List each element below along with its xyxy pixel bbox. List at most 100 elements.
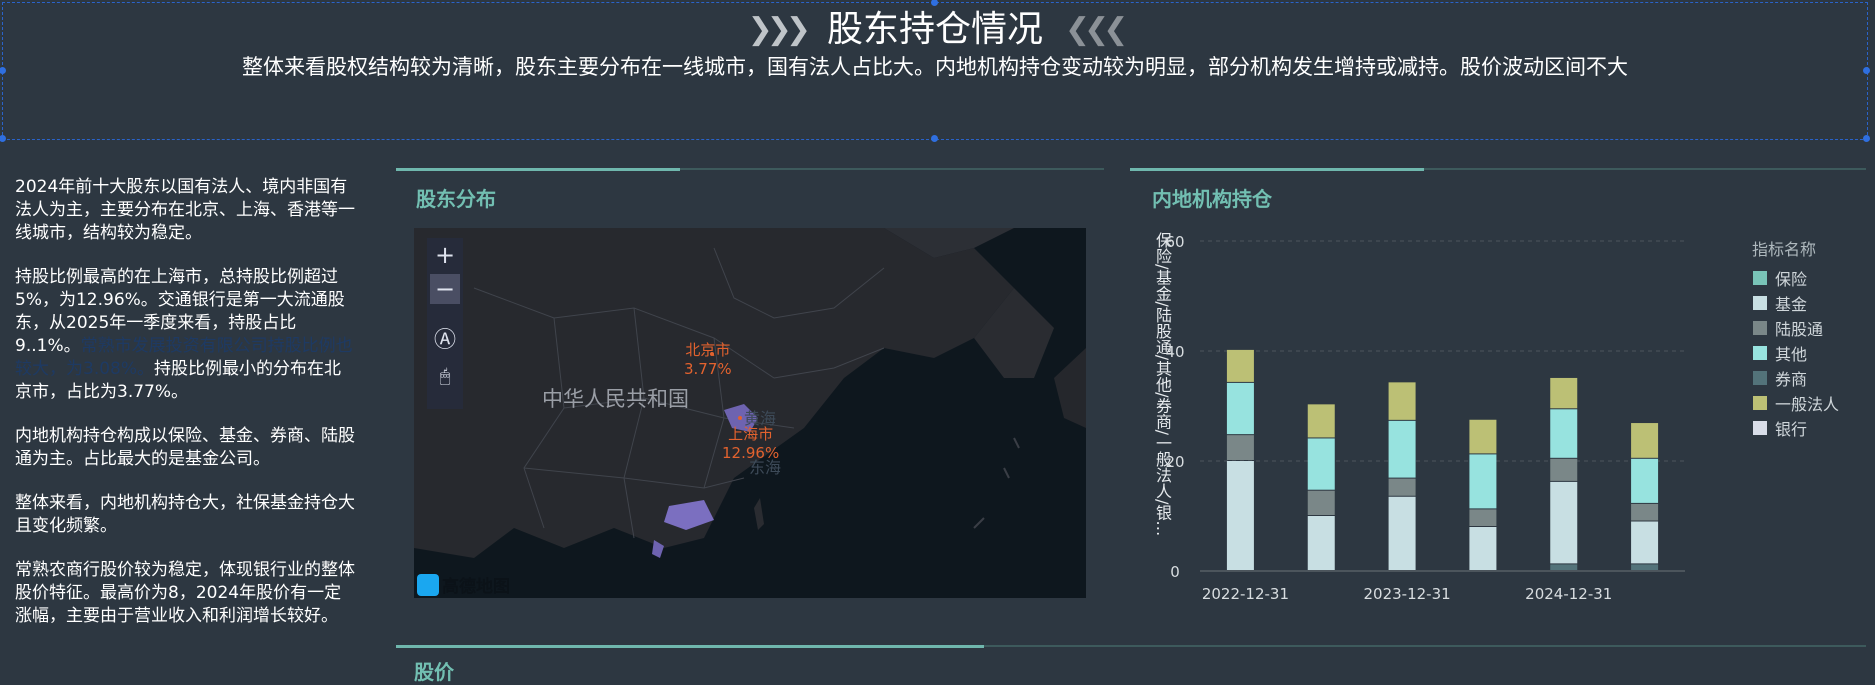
legend-item[interactable]: 一般法人	[1753, 391, 1839, 415]
legend-title: 指标名称	[1752, 240, 1817, 259]
bar-segment[interactable]	[1307, 404, 1335, 438]
legend-label: 保险	[1775, 270, 1808, 289]
title-row: ❯❯❯ 股东持仓情况 ❮❮❮	[3, 9, 1867, 51]
bar-segment[interactable]	[1631, 503, 1659, 521]
panel-divider	[1130, 168, 1866, 171]
bar-segment[interactable]	[1469, 454, 1497, 509]
summary-text: 2024年前十大股东以国有法人、境内非国有法人为主，主要分布在北京、上海、香港等…	[15, 176, 355, 649]
bar-segment[interactable]	[1388, 382, 1416, 420]
bar-segment[interactable]	[1226, 435, 1254, 460]
bar-segment[interactable]	[1550, 377, 1578, 409]
bar-segment[interactable]	[1550, 409, 1578, 458]
map-logo: 高德地图	[417, 572, 510, 597]
bar-segment[interactable]	[1388, 496, 1416, 570]
bar-segment[interactable]	[1631, 564, 1659, 570]
resize-handle[interactable]	[1863, 135, 1870, 142]
land-taiwan	[754, 498, 764, 530]
country-label: 中华人民共和国	[542, 387, 689, 411]
panel-divider	[396, 168, 1104, 171]
title-arrows-right-icon: ❮❮❮	[1065, 12, 1128, 47]
compass-icon[interactable]: Ⓐ	[430, 326, 460, 356]
legend-item[interactable]: 其他	[1753, 341, 1807, 365]
legend-label: 陆股通	[1775, 320, 1824, 339]
bar-segment[interactable]	[1388, 420, 1416, 478]
map-logo-text: 高德地图	[442, 577, 510, 597]
zoom-out-button[interactable]: −	[430, 274, 460, 304]
institution-holdings-chart[interactable]: 0 20 40 60 2022-12-31 2023-12-31 2024-12-31	[1140, 226, 1740, 606]
city-label-beijing[interactable]: 北京市 3.77%	[684, 341, 732, 379]
bar-segment[interactable]	[1226, 382, 1254, 435]
legend-label: 基金	[1775, 295, 1808, 314]
city-name: 上海市	[728, 425, 774, 443]
legend-swatch	[1753, 271, 1767, 285]
bar-segment[interactable]	[1550, 564, 1578, 570]
bar-segment[interactable]	[1631, 423, 1659, 458]
x-tick-label: 2022-12-31	[1202, 585, 1289, 603]
legend-swatch	[1753, 321, 1767, 335]
legend-item[interactable]: 银行	[1753, 416, 1807, 440]
y-tick-label: 60	[1165, 233, 1184, 251]
bar-segment[interactable]	[1469, 419, 1497, 454]
y-tick-label: 0	[1170, 563, 1180, 581]
summary-paragraph: 2024年前十大股东以国有法人、境内非国有法人为主，主要分布在北京、上海、香港等…	[15, 177, 355, 243]
bar-segment[interactable]	[1550, 481, 1578, 564]
shareholder-map[interactable]: + − Ⓐ 🖱 中华人民共和国 黄海 东海 北京市 3.77% 上海市 12.9…	[414, 228, 1086, 598]
bar-segment[interactable]	[1226, 349, 1254, 382]
stock-price-panel-title: 股价	[414, 660, 454, 684]
city-pct: 3.77%	[684, 360, 732, 378]
page-title: 股东持仓情况	[826, 9, 1043, 50]
legend-label: 银行	[1775, 420, 1808, 439]
summary-paragraph: 内地机构持仓构成以保险、基金、券商、陆股通为主。占比最大的是基金公司。	[15, 426, 355, 469]
x-tick-label: 2023-12-31	[1363, 585, 1450, 603]
bar-segment[interactable]	[1631, 458, 1659, 503]
city-label-shanghai[interactable]: 上海市 12.96%	[722, 425, 779, 463]
bar-segment[interactable]	[1226, 461, 1254, 570]
bar-segment[interactable]	[1550, 458, 1578, 481]
y-tick-label: 40	[1165, 343, 1184, 361]
resize-handle[interactable]	[931, 135, 938, 142]
bar-segment[interactable]	[1307, 516, 1335, 570]
bar-segment[interactable]	[1388, 478, 1416, 496]
mouse-mode-icon[interactable]: 🖱	[430, 362, 460, 392]
legend-label: 其他	[1775, 345, 1808, 364]
zoom-in-button[interactable]: +	[430, 240, 460, 270]
summary-paragraph: 持股比例最高的在上海市，总持股比例超过5%，为12.96%。交通银行是第一大流通…	[15, 266, 355, 404]
panel-divider	[396, 645, 1866, 648]
bar-segment[interactable]	[1631, 521, 1659, 564]
summary-paragraph: 常熟农商行股价较为稳定，体现银行业的整体股价特征。最高价为8，2024年股价有一…	[15, 560, 355, 626]
land-china	[414, 228, 1014, 558]
legend-swatch	[1753, 396, 1767, 410]
legend-swatch	[1753, 346, 1767, 360]
legend-item[interactable]: 基金	[1753, 291, 1807, 315]
x-tick-label: 2024-12-31	[1525, 585, 1612, 603]
map-controls: + − Ⓐ 🖱	[427, 238, 463, 409]
resize-handle[interactable]	[931, 0, 938, 6]
legend-label: 券商	[1775, 370, 1808, 389]
city-name: 北京市	[685, 341, 731, 359]
summary-paragraph: 整体来看，内地机构持仓大，社保基金持仓大且变化频繁。	[15, 493, 355, 536]
legend-label: 一般法人	[1775, 395, 1840, 414]
island-dots	[973, 437, 1020, 529]
legend-swatch	[1753, 296, 1767, 310]
city-pct: 12.96%	[722, 444, 780, 462]
map-panel-title: 股东分布	[416, 187, 496, 211]
panel-divider-accent	[396, 168, 680, 171]
dashboard-header: ❯❯❯ 股东持仓情况 ❮❮❮ 整体来看股权结构较为清晰，股东主要分布在一线城市，…	[0, 0, 1870, 142]
legend-item[interactable]: 陆股通	[1753, 316, 1823, 340]
marker-shanghai[interactable]	[738, 416, 742, 420]
bar-segment[interactable]	[1307, 490, 1335, 515]
panel-divider-accent	[396, 645, 984, 648]
legend-swatch	[1753, 421, 1767, 435]
bar-segment[interactable]	[1307, 438, 1335, 490]
legend-item[interactable]: 保险	[1753, 266, 1807, 290]
y-tick-label: 20	[1165, 453, 1184, 471]
legend-swatch	[1753, 371, 1767, 385]
bar-segment[interactable]	[1469, 527, 1497, 570]
legend-item[interactable]: 券商	[1753, 366, 1807, 390]
resize-handle[interactable]	[0, 135, 6, 142]
land-japan	[1054, 348, 1086, 428]
chart-panel-title: 内地机构持仓	[1152, 187, 1272, 211]
title-arrows-left-icon: ❯❯❯	[747, 12, 811, 47]
panel-divider-accent	[1130, 168, 1424, 171]
bar-segment[interactable]	[1469, 509, 1497, 526]
